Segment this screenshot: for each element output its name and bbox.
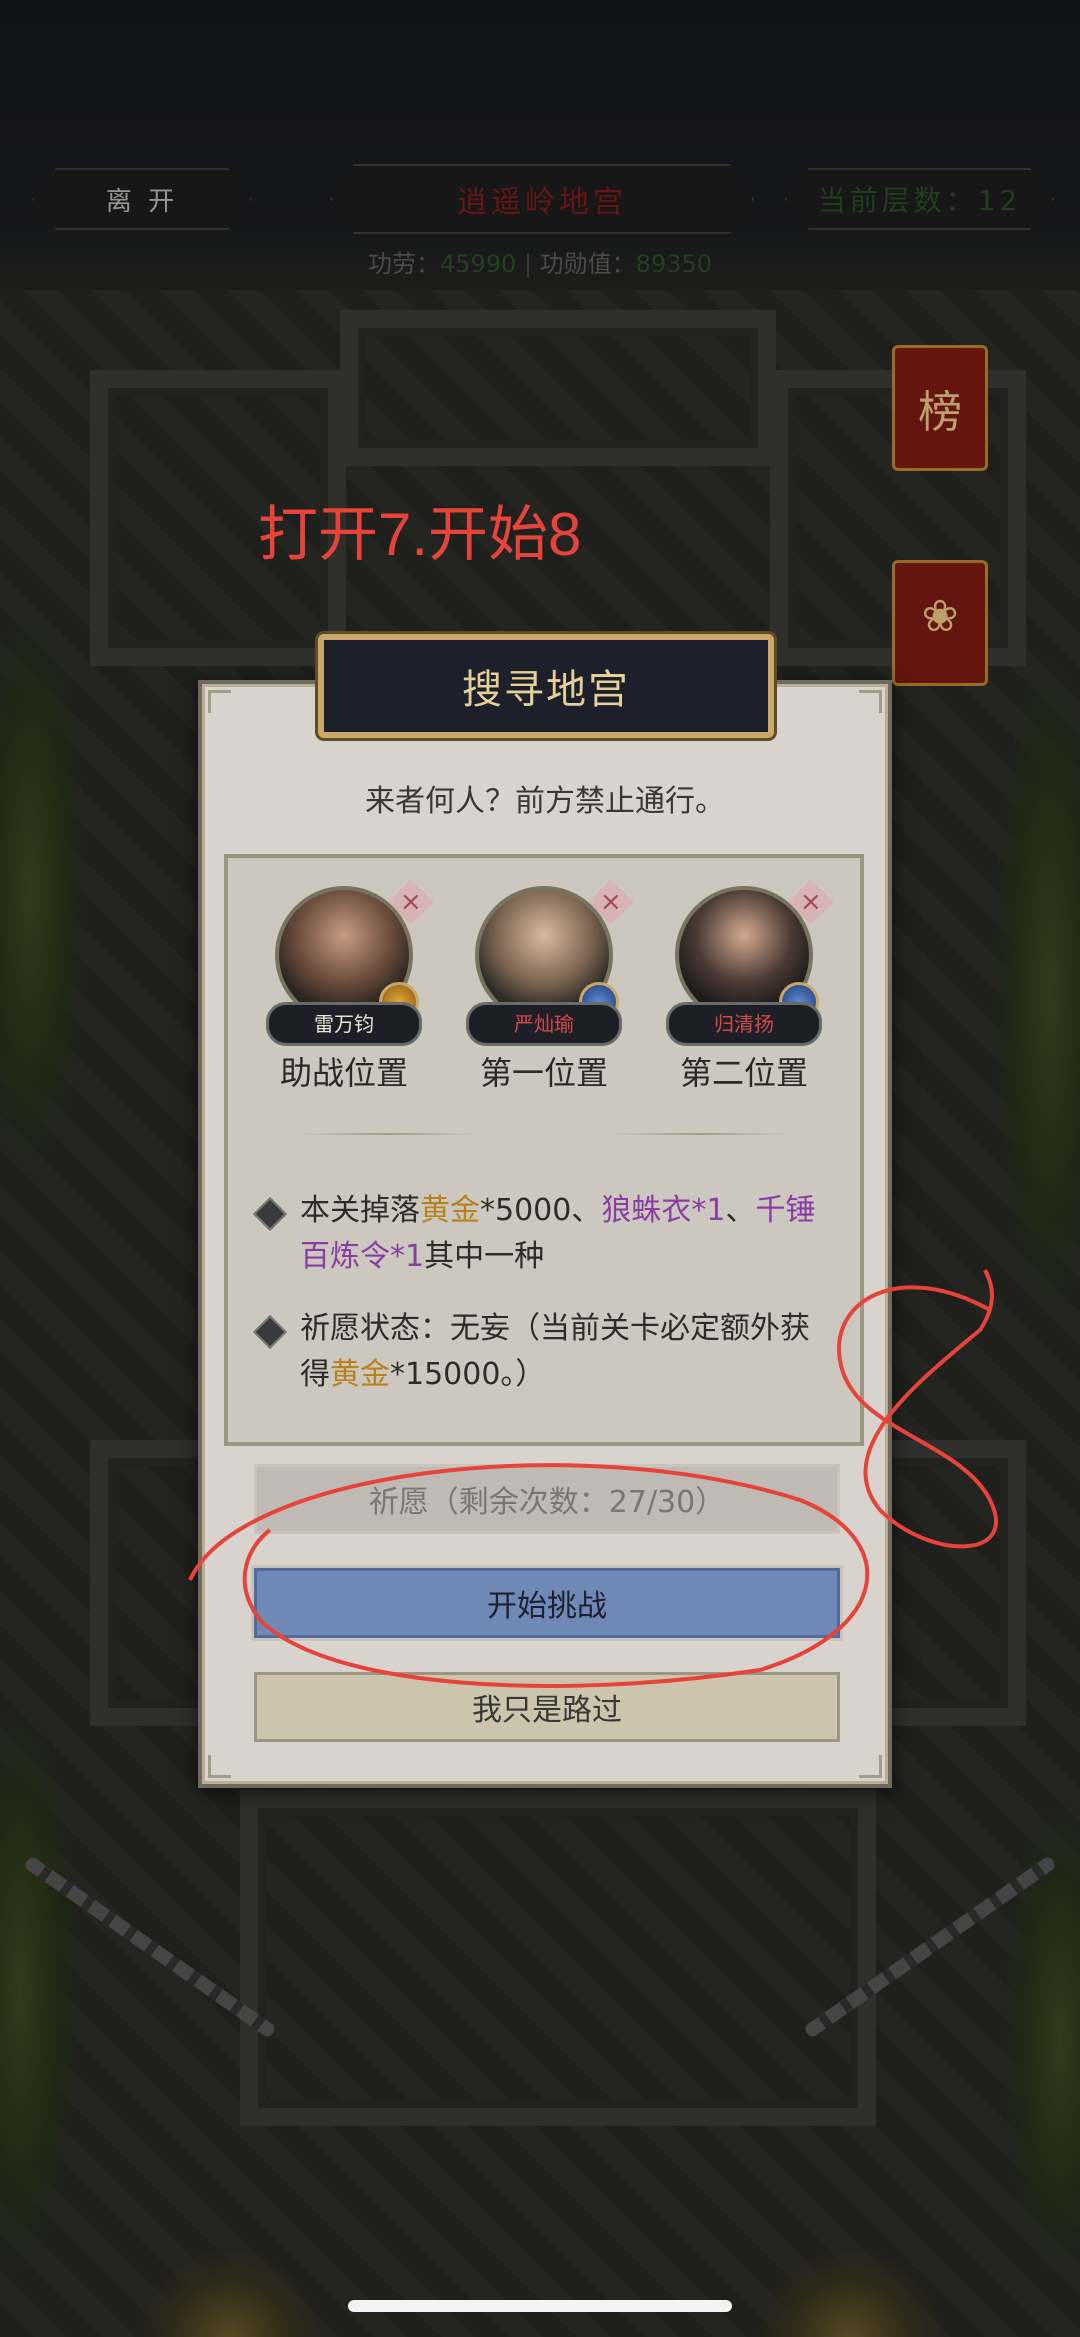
search-palace-dialog: 来者何人？前方禁止通行。 × 雷万钧 × 严灿瑜 × 归清扬 助战位置 第一位置… (198, 680, 892, 1788)
dialog-title: 搜寻地宫 (318, 634, 774, 738)
start-challenge-button[interactable]: 开始挑战 (254, 1568, 840, 1638)
hero-slot-second[interactable]: × 归清扬 (664, 879, 834, 1046)
drop-sep1: 、 (571, 1193, 602, 1228)
wish-status-suffix: *15000。） (390, 1357, 546, 1392)
drop-prefix: 本关掉落 (300, 1193, 420, 1228)
remove-hero-icon[interactable]: × (788, 879, 834, 925)
wish-status-gold: 黄金 (330, 1357, 390, 1392)
drop-item1-qty: *1 (691, 1193, 726, 1228)
drop-item1: 狼蛛衣 (601, 1193, 692, 1228)
wish-button-label: 祈愿（剩余次数：27/30） (368, 1485, 726, 1520)
diamond-bullet-icon (253, 1197, 287, 1231)
just-passing-button[interactable]: 我只是路过 (254, 1672, 840, 1742)
ornament-divider-left (298, 1133, 478, 1135)
handwritten-annotation: 打开7.开始8 (258, 501, 582, 568)
position-label-second: 第二位置 (679, 1054, 808, 1092)
drop-item2-qty: *1 (390, 1239, 425, 1274)
drop-gold-qty: *5000 (480, 1193, 572, 1228)
remove-hero-icon[interactable]: × (588, 879, 634, 925)
hero-slot-first[interactable]: × 严灿瑜 (464, 879, 634, 1046)
remove-hero-icon[interactable]: × (388, 879, 434, 925)
wish-status: 祈愿状态：无妄（当前关卡必定额外获得黄金*15000。） (253, 1306, 838, 1398)
ornament-divider-right (608, 1133, 788, 1135)
drop-gold: 黄金 (420, 1193, 480, 1228)
drop-info: 本关掉落黄金*5000、狼蛛衣*1、千锤百炼令*1其中一种 (253, 1188, 838, 1280)
battle-info-panel: × 雷万钧 × 严灿瑜 × 归清扬 助战位置 第一位置 第二位置 本关掉落黄金*… (224, 854, 864, 1446)
diamond-bullet-icon (253, 1315, 287, 1349)
position-label-support: 助战位置 (279, 1054, 408, 1092)
drop-suffix: 其中一种 (424, 1239, 545, 1274)
position-label-first: 第一位置 (479, 1054, 608, 1092)
hero-name: 雷万钧 (266, 1002, 422, 1046)
hero-name: 归清扬 (666, 1002, 822, 1046)
home-indicator[interactable] (348, 2300, 732, 2312)
hero-name: 严灿瑜 (466, 1002, 622, 1046)
start-challenge-label: 开始挑战 (487, 1589, 607, 1624)
just-passing-label: 我只是路过 (472, 1693, 622, 1728)
hero-slot-support[interactable]: × 雷万钧 (264, 879, 434, 1046)
dialog-subtitle: 来者何人？前方禁止通行。 (365, 784, 725, 819)
wish-button[interactable]: 祈愿（剩余次数：27/30） (254, 1464, 840, 1534)
drop-sep2: 、 (725, 1193, 756, 1228)
